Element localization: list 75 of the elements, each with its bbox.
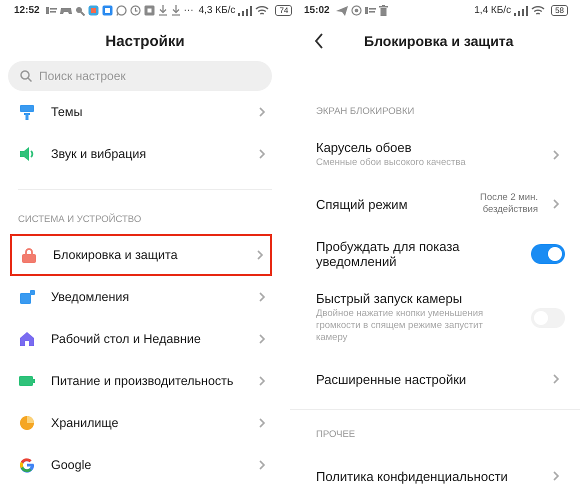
chat-icon — [116, 5, 127, 16]
circle-badge-icon — [350, 5, 362, 16]
trash-icon — [378, 5, 388, 16]
download-icon — [170, 5, 181, 16]
menu-item[interactable]: Питание и производительность — [10, 360, 272, 402]
gamepad-icon — [60, 6, 72, 16]
magnifier-icon — [74, 6, 85, 16]
menu-item[interactable]: Рабочий стол и Недавние — [10, 318, 272, 360]
settings-item[interactable]: Политика конфиденциальности — [290, 452, 580, 500]
network-speed: 1,4 КБ/с — [474, 5, 512, 16]
search-icon — [20, 70, 32, 82]
download-icon — [158, 5, 168, 16]
message-icon — [46, 6, 57, 16]
notification-icon — [19, 289, 35, 306]
battery-indicator: 74 — [275, 5, 292, 16]
chevron-icon — [552, 148, 560, 161]
item-value: После 2 мин. бездействия — [479, 192, 538, 216]
chevron-icon — [258, 375, 266, 388]
network-speed: 4,3 КБ/с — [198, 5, 236, 16]
app-icon — [144, 5, 155, 16]
overflow-dots: ··· — [184, 5, 194, 16]
lock-icon — [21, 247, 37, 264]
settings-item[interactable]: Расширенные настройки — [290, 355, 580, 404]
app-icon — [88, 5, 99, 16]
status-time: 12:52 — [14, 5, 40, 16]
wifi-icon — [531, 5, 546, 16]
chevron-icon — [258, 417, 266, 430]
menu-item[interactable]: Хранилище — [10, 402, 272, 444]
clock-icon — [130, 5, 141, 16]
chevron-icon — [258, 333, 266, 346]
item-title: Расширенные настройки — [316, 372, 468, 387]
item-title: Карусель обоев — [316, 140, 413, 156]
chevron-icon — [258, 106, 266, 118]
item-title: Пробуждать для показа уведомлений — [316, 239, 461, 270]
section-header: ЭКРАН БЛОКИРОВКИ — [315, 105, 416, 120]
speaker-icon — [19, 146, 35, 162]
settings-item[interactable]: Быстрый запуск камеры Двойное нажатие кнопки уменьшения громкости в спящем режиме запустит камеру — [290, 280, 580, 356]
battery-indicator: 58 — [551, 5, 568, 16]
item-title: Политика конфиденциальности — [316, 468, 509, 484]
settings-item[interactable]: Пробуждать для показа уведомлений — [290, 228, 580, 280]
settings-item[interactable]: Спящий режим После 2 мин. бездействия — [290, 180, 580, 228]
toggle-switch[interactable] — [531, 244, 565, 264]
chevron-icon — [552, 373, 560, 386]
wifi-icon — [255, 5, 270, 16]
send-icon — [336, 6, 348, 16]
signal-icon — [238, 6, 252, 16]
signal-icon — [514, 6, 528, 16]
highlighted-menu-item[interactable]: Блокировка и защита — [10, 234, 272, 276]
pie-chart-icon — [19, 415, 35, 432]
app-icon — [102, 5, 113, 16]
menu-item[interactable]: Google — [10, 444, 272, 486]
screen-title: Настройки — [105, 32, 185, 50]
screen-title: Блокировка и защита — [364, 33, 514, 50]
search-field[interactable]: Поиск настроек — [8, 61, 272, 92]
menu-item[interactable]: Уведомления — [10, 276, 272, 318]
paint-roller-icon — [19, 104, 35, 120]
section-header: СИСТЕМА И УСТРОЙСТВО — [17, 212, 142, 228]
chevron-icon — [552, 470, 560, 482]
section-header: ПРОЧЕЕ — [290, 409, 580, 452]
item-title: Спящий режим — [316, 196, 409, 212]
chevron-icon — [256, 249, 264, 262]
status-time: 15:02 — [304, 5, 330, 16]
chevron-icon — [258, 148, 266, 160]
chevron-icon — [258, 459, 266, 472]
settings-item[interactable]: Карусель обоев Сменные обои высокого качества — [290, 129, 580, 180]
item-title: Быстрый запуск камеры — [316, 291, 464, 306]
item-description: Сменные обои высокого качества — [316, 157, 467, 170]
chevron-icon — [552, 198, 560, 210]
menu-item[interactable]: Темы — [10, 91, 272, 134]
menu-item[interactable]: Звук и вибрация — [10, 133, 272, 176]
chevron-icon — [258, 291, 266, 304]
g-logo-icon — [19, 457, 35, 474]
message-icon — [364, 6, 376, 16]
item-description: Двойное нажатие кнопки уменьшения громкости в спящем режиме запустит камеру — [316, 308, 484, 344]
house-icon — [19, 331, 35, 348]
